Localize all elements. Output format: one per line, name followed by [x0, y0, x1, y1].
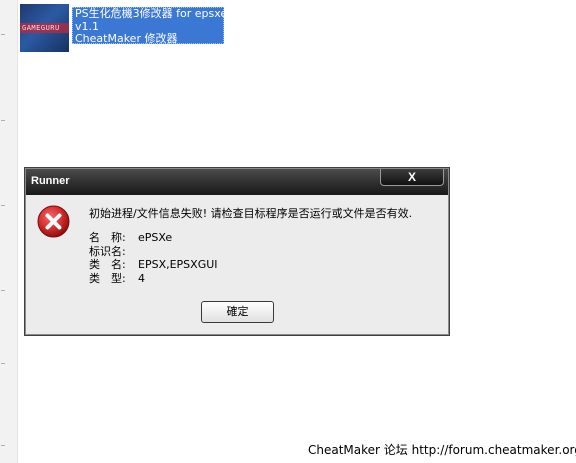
strip-tick — [1, 205, 5, 206]
strip-tick — [1, 34, 5, 35]
detail-value: 4 — [138, 271, 145, 285]
detail-row-name: 名 称: ePSXe — [89, 231, 218, 245]
error-icon — [37, 205, 70, 238]
app-title-line3: CheatMaker 修改器 — [75, 32, 178, 45]
close-button[interactable]: X — [380, 169, 444, 186]
dialog-titlebar[interactable]: Runner X — [26, 169, 448, 195]
detail-label: 标识名: — [89, 244, 126, 258]
footer-forum-link[interactable]: CheatMaker 论坛 http://forum.cheatmaker.or… — [308, 441, 576, 458]
left-panel-strip — [0, 0, 18, 463]
detail-value: ePSXe — [138, 231, 173, 244]
detail-label: 名 称: — [89, 231, 126, 244]
strip-tick — [1, 120, 5, 121]
detail-value: EPSX,EPSXGUI — [138, 258, 218, 271]
close-icon: X — [407, 170, 416, 184]
app-thumbnail[interactable]: GAMEGURU — [20, 4, 69, 52]
ok-button[interactable]: 確定 — [201, 301, 274, 323]
detail-row-type: 类 型: 4 — [89, 272, 218, 286]
detail-row-identifier: 标识名: — [89, 245, 218, 259]
dialog-title: Runner — [31, 175, 70, 187]
detail-label: 类 型: — [89, 271, 126, 285]
error-message: 初始进程/文件信息失败! 请检查目标程序是否运行或文件是否有效. — [89, 207, 413, 220]
app-title-line1: PS生化危機3修改器 for epsxe — [75, 7, 228, 20]
detail-label: 类 名: — [89, 258, 126, 271]
thumbnail-watermark: GAMEGURU — [22, 24, 60, 32]
strip-tick — [1, 445, 5, 446]
strip-tick — [1, 290, 5, 291]
detail-row-class: 类 名: EPSX,EPSXGUI — [89, 258, 218, 272]
strip-tick — [1, 363, 5, 364]
error-dialog: Runner X 初始进程/文件信息失败! 请检查目标程序是否运行或文件是否有效… — [24, 167, 450, 336]
selected-app-title[interactable]: PS生化危機3修改器 for epsxe v1.1 CheatMaker 修改器 — [72, 7, 228, 45]
process-details: 名 称: ePSXe 标识名: 类 名: EPSX,EPSXGUI 类 型: 4 — [89, 231, 218, 285]
